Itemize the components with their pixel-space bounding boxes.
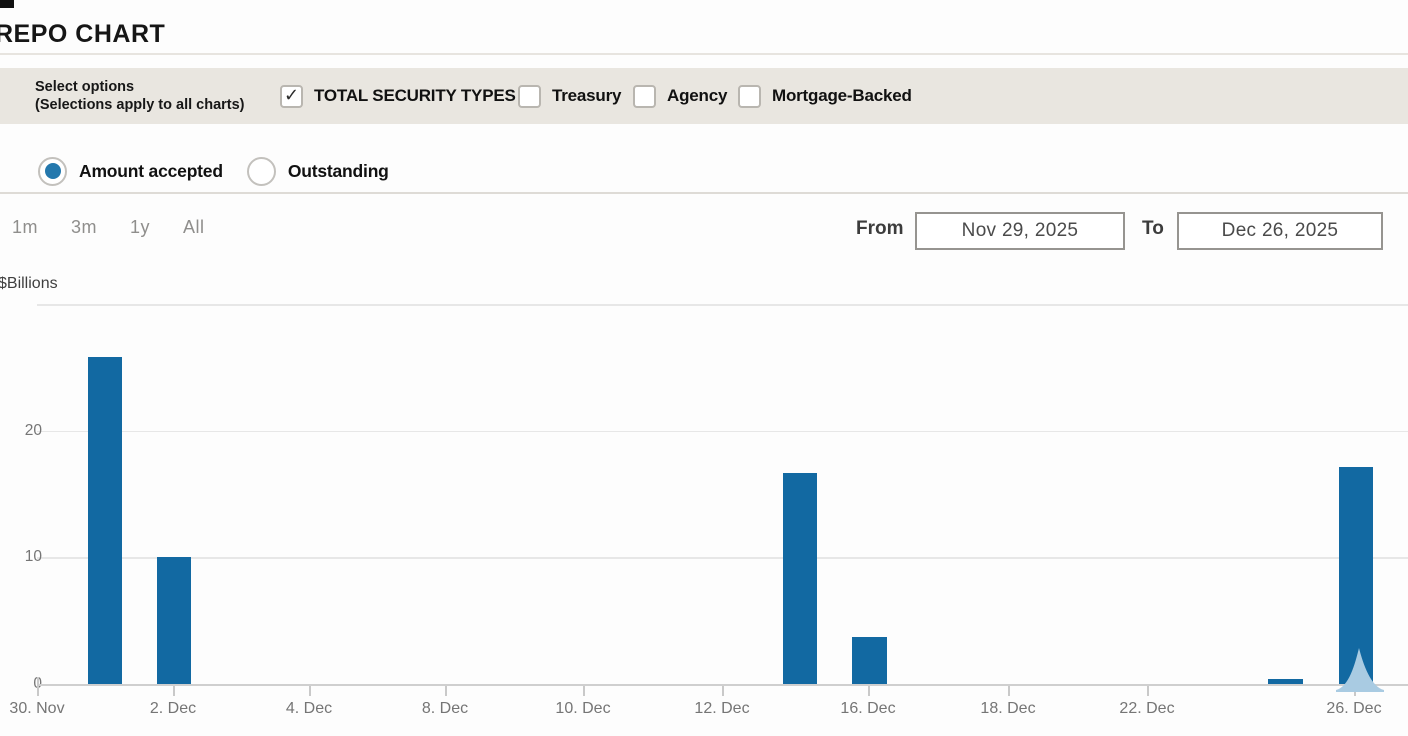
from-label: From: [856, 218, 904, 239]
range-button-3m[interactable]: 3m: [71, 217, 97, 238]
radio-amount-accepted[interactable]: Amount accepted: [38, 156, 223, 186]
checkbox-mortgage-backed[interactable]: ✓ Mortgage-Backed: [738, 68, 912, 124]
x-tick-label: 10. Dec: [555, 700, 611, 717]
bar-dec-16[interactable]: [852, 636, 887, 685]
screen-artifact: [0, 0, 14, 8]
options-caption-line1: Select options: [35, 79, 135, 95]
radio-outstanding[interactable]: Outstanding: [246, 156, 389, 186]
bar-dec-1[interactable]: [88, 356, 122, 685]
y-tick-label: 10: [24, 548, 42, 566]
x-tick-mark: [868, 686, 870, 696]
x-tick-label: 16. Dec: [840, 700, 896, 717]
checkbox-label: Treasury: [552, 86, 622, 105]
gridline: [37, 304, 1408, 306]
y-tick-label: 0: [2, 675, 42, 693]
checkbox-icon[interactable]: ✓: [633, 84, 656, 108]
cursor-peak-decoration: [1336, 648, 1384, 692]
checkbox-icon[interactable]: ✓: [738, 84, 761, 108]
x-tick-mark: [37, 686, 39, 696]
x-tick-label: 18. Dec: [980, 700, 1036, 717]
checkbox-treasury[interactable]: ✓ Treasury: [518, 68, 621, 124]
radio-icon[interactable]: [38, 156, 67, 186]
to-label: To: [1142, 218, 1164, 239]
x-tick-label: 8. Dec: [421, 700, 469, 717]
x-tick-label: 30. Nov: [9, 700, 65, 717]
x-tick-label: 2. Dec: [149, 700, 197, 717]
x-tick-mark: [722, 686, 724, 696]
series-toggle-group: Amount accepted Outstanding: [38, 150, 413, 192]
options-bar: Select options (Selections apply to all …: [0, 68, 1408, 124]
x-tick-mark: [309, 686, 311, 696]
y-axis-title: $Billions: [0, 275, 58, 292]
gridline: [37, 430, 1408, 433]
page-title: REPO CHART: [0, 20, 166, 48]
checkbox-agency[interactable]: ✓ Agency: [633, 68, 727, 124]
x-tick-mark: [583, 686, 585, 696]
x-tick-mark: [1147, 686, 1149, 696]
x-tick-label: 22. Dec: [1119, 700, 1175, 717]
to-date-input[interactable]: Dec 26, 2025: [1177, 212, 1383, 250]
options-caption-line2: (Selections apply to all charts): [35, 97, 245, 113]
check-icon: ✓: [283, 85, 300, 105]
radio-label: Amount accepted: [79, 160, 223, 181]
checkbox-label: Mortgage-Backed: [772, 86, 912, 105]
x-tick-mark: [1008, 686, 1010, 696]
radio-label: Outstanding: [287, 160, 389, 181]
x-tick-label: 4. Dec: [285, 700, 333, 717]
range-button-1y[interactable]: 1y: [130, 217, 150, 238]
checkbox-total-security-types[interactable]: ✓ TOTAL SECURITY TYPES: [280, 68, 516, 124]
x-tick-label: 26. Dec: [1326, 700, 1382, 717]
section-divider: [0, 192, 1408, 194]
checkbox-label: TOTAL SECURITY TYPES: [314, 86, 516, 105]
checkbox-label: Agency: [667, 86, 728, 105]
radio-dot: [44, 163, 61, 179]
x-tick-mark: [173, 686, 175, 696]
bar-dec-2[interactable]: [157, 557, 191, 685]
range-selector: 1m 3m 1y All: [12, 217, 205, 238]
y-tick-label: 20: [24, 421, 42, 439]
from-date-input[interactable]: Nov 29, 2025: [915, 212, 1125, 250]
checkbox-icon[interactable]: ✓: [280, 84, 303, 108]
gridline: [37, 557, 1408, 559]
range-button-1m[interactable]: 1m: [12, 217, 38, 238]
bar-dec-15[interactable]: [783, 473, 817, 685]
range-button-all[interactable]: All: [183, 217, 205, 238]
radio-icon[interactable]: [246, 156, 276, 186]
options-bar-caption: Select options (Selections apply to all …: [35, 78, 245, 114]
title-divider: [0, 53, 1408, 55]
checkbox-icon[interactable]: ✓: [518, 84, 541, 108]
x-tick-label: 12. Dec: [694, 700, 750, 717]
x-tick-mark: [445, 686, 447, 696]
